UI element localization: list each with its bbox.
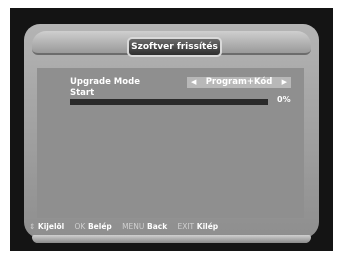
menu-frame: Szoftver frissítés Upgrade Mode ◀ Progra…	[24, 24, 319, 243]
upgrade-mode-label: Upgrade Mode	[70, 77, 140, 87]
bottom-bar	[32, 235, 311, 243]
arrow-right-icon[interactable]: ▶	[282, 77, 287, 88]
ok-hint-label: Belép	[87, 222, 112, 231]
ok-key-label: OK	[74, 222, 86, 231]
select-hint-label: Kijelöl	[37, 222, 65, 231]
tv-screen: Szoftver frissítés Upgrade Mode ◀ Progra…	[10, 8, 333, 251]
upgrade-mode-value: Program+Kód	[205, 77, 273, 87]
menu-hint-label: Back	[147, 222, 168, 231]
page-title: Szoftver frissítés	[127, 37, 222, 57]
footer-hints: ⇕ Kijelöl OK Belép MENU Back EXIT Kilép	[29, 222, 218, 231]
progress-percent: 0%	[277, 95, 291, 104]
start-item[interactable]: Start	[70, 88, 94, 98]
exit-hint-label: Kilép	[196, 222, 219, 231]
upgrade-mode-selector[interactable]: ◀ Program+Kód ▶	[187, 77, 291, 88]
exit-key-label: EXIT	[177, 222, 195, 231]
menu-key-label: MENU	[122, 222, 145, 231]
progress-bar	[70, 99, 268, 105]
updown-arrow-icon: ⇕	[29, 222, 36, 231]
content-panel: Upgrade Mode ◀ Program+Kód ▶ Start 0%	[37, 68, 304, 218]
